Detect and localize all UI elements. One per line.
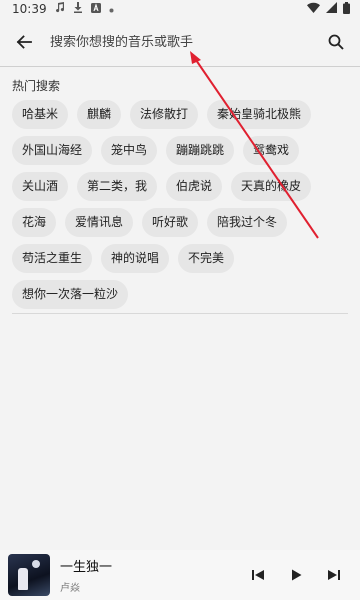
music-note-icon — [55, 2, 65, 16]
hot-search-divider — [12, 313, 348, 314]
status-time: 10:39 — [12, 2, 47, 16]
hot-tag[interactable]: 麒麟 — [77, 100, 122, 129]
hot-tag[interactable]: 关山酒 — [12, 172, 69, 201]
previous-icon[interactable] — [246, 563, 270, 587]
hot-search-tags: 哈基米 麒麟 法修散打 秦始皇骑北极熊 外国山海经 笼中鸟 蹦蹦跳跳 鸳鸯戏 关… — [12, 100, 348, 309]
hot-tag[interactable]: 陪我过个冬 — [207, 208, 288, 237]
hot-tag[interactable]: 外国山海经 — [12, 136, 93, 165]
hot-tag[interactable]: 听好歌 — [142, 208, 199, 237]
hot-tag[interactable]: 爱情讯息 — [65, 208, 134, 237]
play-icon[interactable] — [284, 563, 308, 587]
hot-search-section: 热门搜索 哈基米 麒麟 法修散打 秦始皇骑北极熊 外国山海经 笼中鸟 蹦蹦跳跳 … — [0, 67, 360, 324]
signal-icon — [326, 2, 337, 16]
a-badge-icon — [90, 2, 101, 16]
hot-tag[interactable]: 笼中鸟 — [101, 136, 158, 165]
hot-tag[interactable]: 不完美 — [178, 244, 235, 273]
cover-moon — [32, 560, 40, 568]
hot-tag[interactable]: 伯虎说 — [166, 172, 223, 201]
battery-icon — [343, 1, 350, 17]
hot-tag[interactable]: 第二类，我 — [77, 172, 158, 201]
dot-icon — [109, 3, 114, 16]
hot-search-title: 热门搜索 — [12, 79, 61, 93]
hot-tag[interactable]: 想你一次落一粒沙 — [12, 280, 129, 309]
mini-player[interactable]: 一生独一 卢焱 — [0, 550, 360, 600]
status-left: 10:39 — [12, 2, 114, 16]
hot-tag[interactable]: 秦始皇骑北极熊 — [207, 100, 312, 129]
search-icon[interactable] — [324, 30, 348, 54]
album-cover[interactable] — [8, 554, 50, 596]
hot-tag[interactable]: 天真的橡皮 — [231, 172, 312, 201]
hot-tag[interactable]: 鸳鸯戏 — [243, 136, 300, 165]
wifi-icon — [307, 2, 320, 16]
cover-figure — [18, 568, 28, 590]
hot-tag[interactable]: 法修散打 — [130, 100, 199, 129]
back-arrow-icon[interactable] — [12, 30, 36, 54]
player-controls — [246, 563, 352, 587]
hot-tag[interactable]: 花海 — [12, 208, 57, 237]
hot-tag[interactable]: 哈基米 — [12, 100, 69, 129]
song-artist: 卢焱 — [60, 583, 80, 594]
hot-tag[interactable]: 神的说唱 — [101, 244, 170, 273]
status-right — [307, 1, 350, 17]
next-icon[interactable] — [322, 563, 346, 587]
download-icon — [73, 2, 83, 16]
hot-tag[interactable]: 苟活之重生 — [12, 244, 93, 273]
hot-tag[interactable]: 蹦蹦跳跳 — [166, 136, 235, 165]
search-bar — [0, 18, 360, 66]
song-title: 一生独一 — [60, 560, 113, 575]
search-input[interactable] — [50, 34, 324, 50]
status-bar: 10:39 — [0, 0, 360, 18]
song-info[interactable]: 一生独一 卢焱 — [60, 556, 246, 594]
